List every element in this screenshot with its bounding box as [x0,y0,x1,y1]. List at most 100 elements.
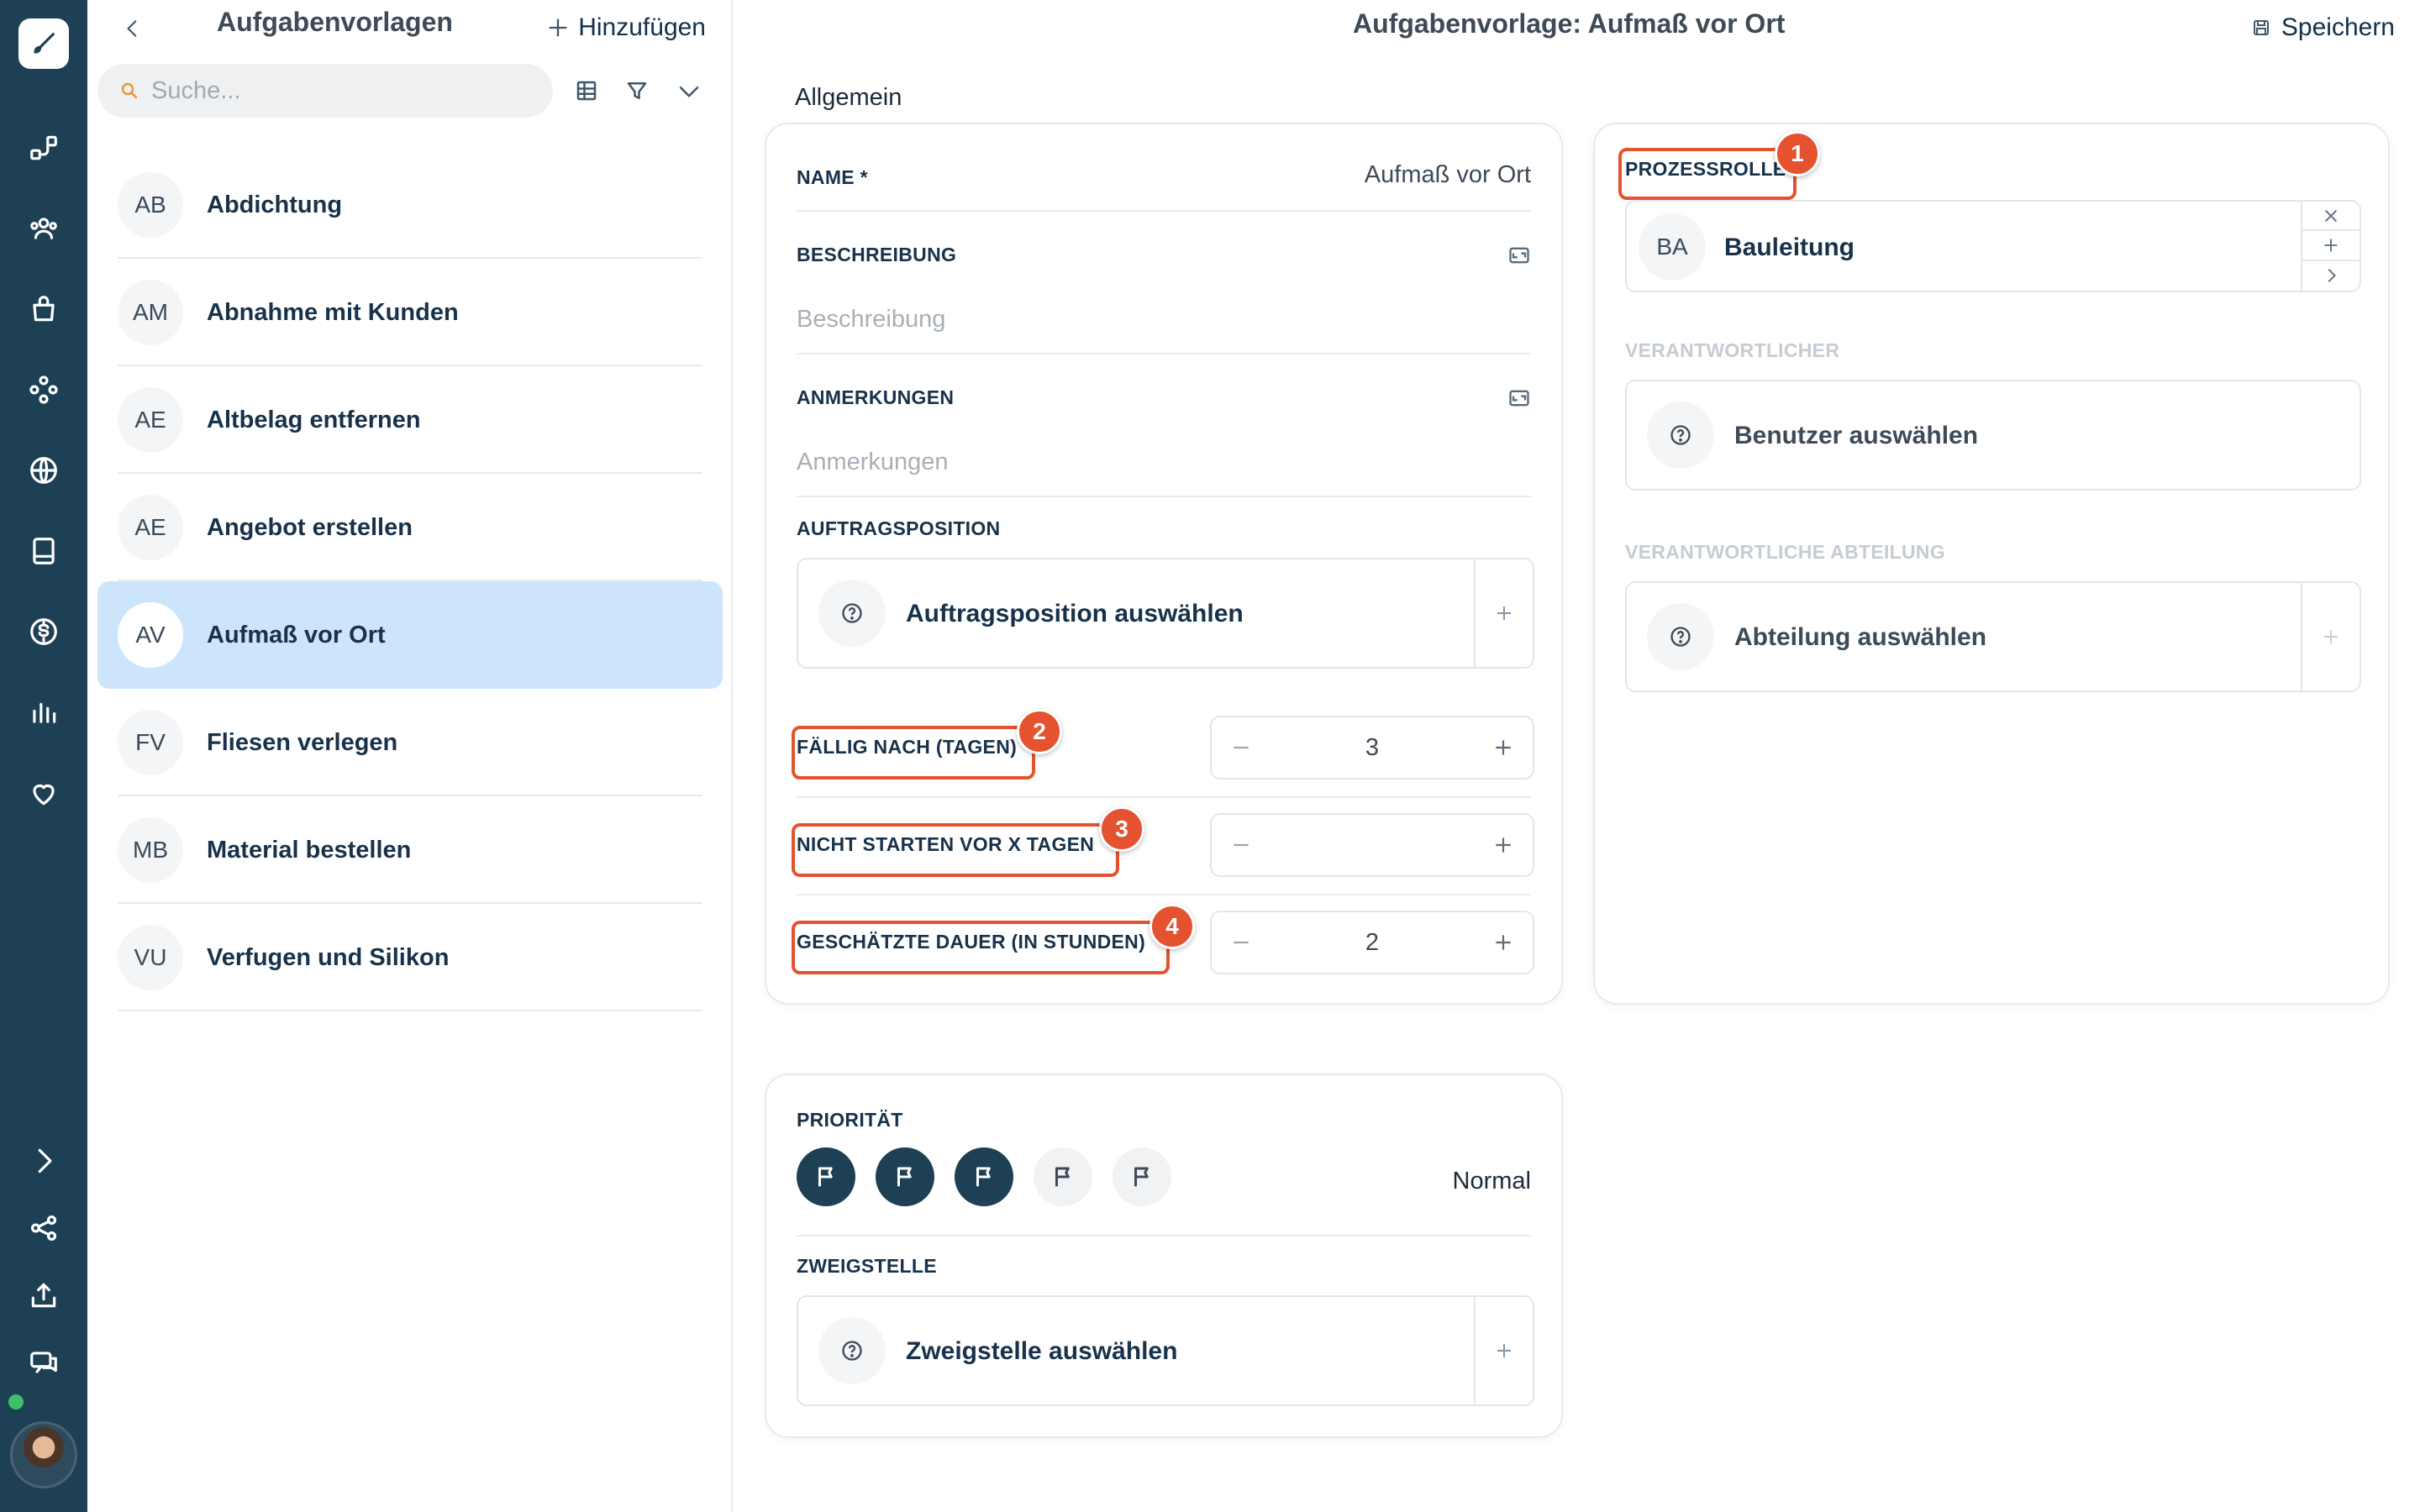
list-title: Aufgabenvorlagen [217,7,453,37]
workflow-icon[interactable] [22,126,66,170]
department-label: VERANTWORTLICHE ABTEILUNG [1625,541,1946,563]
notes-label: ANMERKUNGEN [797,386,955,408]
tab-general[interactable]: Allgemein [795,84,902,112]
priority-flag-4[interactable] [1034,1147,1092,1206]
process-role-avatar: BA [1639,213,1706,281]
responsible-user-picker[interactable]: Benutzer auswählen [1625,380,2361,491]
table-icon [576,81,597,101]
list-item[interactable]: AM Abnahme mit Kunden [97,259,723,366]
responsible-label: VERANTWORTLICHER [1625,339,1840,361]
template-list-panel: Aufgabenvorlagen Hinzufügen AB Abdichtung… [87,0,733,1512]
back-button[interactable] [113,8,153,49]
network-icon[interactable] [22,368,66,412]
decrement-button[interactable] [1212,717,1270,778]
estimated-duration-stepper[interactable]: 2 [1210,911,1534,974]
notes-field[interactable]: Anmerkungen [797,449,949,476]
not-start-before-stepper[interactable] [1210,813,1534,877]
save-button[interactable]: Speichern [2251,10,2395,45]
increment-button[interactable] [1474,717,1533,778]
search-box[interactable] [97,64,553,118]
clear-button[interactable] [2302,202,2360,232]
upload-icon[interactable] [22,1273,66,1317]
priority-flag-2[interactable] [876,1147,934,1206]
add-order-position-button[interactable] [1474,559,1533,667]
priority-flag-5[interactable] [1113,1147,1171,1206]
department-picker[interactable]: Abteilung auswählen [1625,581,2361,692]
process-role-picker[interactable]: BA Bauleitung [1625,200,2361,292]
order-position-label: AUFTRAGSPOSITION [797,517,1001,539]
sort-dropdown-button[interactable] [669,71,709,111]
heart-icon[interactable] [22,771,66,815]
plus-icon [1496,837,1511,853]
minus-icon [1234,746,1249,749]
plus-icon [1497,1344,1511,1357]
divider [797,496,1531,497]
list-item[interactable]: AE Altbelag entfernen [97,366,723,474]
expand-editor-icon[interactable] [1507,244,1531,267]
branch-picker[interactable]: Zweigstelle auswählen [797,1295,1534,1406]
list-item[interactable]: VU Verfugen und Silikon [97,904,723,1011]
book-icon[interactable] [22,529,66,573]
annotation-highlight-3 [792,823,1119,877]
list-item[interactable]: FV Fliesen verlegen [97,689,723,796]
decrement-button[interactable] [1212,815,1270,875]
close-icon [2324,209,2338,222]
order-position-picker[interactable]: Auftragsposition auswählen [797,558,1534,669]
due-after-value[interactable]: 3 [1270,734,1474,762]
user-avatar[interactable] [10,1421,77,1488]
add-button[interactable] [2302,231,2360,261]
share-icon[interactable] [22,1206,66,1250]
add-department-button[interactable] [2301,583,2360,690]
flag-icon [897,1167,912,1187]
description-field[interactable]: Beschreibung [797,306,945,333]
priority-flag-1[interactable] [797,1147,855,1206]
list-item[interactable]: AB Abdichtung [97,151,723,259]
priority-flag-3[interactable] [955,1147,1013,1206]
minus-icon [1234,941,1249,944]
filter-icon [627,82,647,99]
annotation-highlight-1 [1618,148,1797,200]
divider [797,1235,1531,1236]
flag-icon [976,1167,991,1187]
online-status-dot [8,1394,24,1410]
due-after-stepper[interactable]: 3 [1210,716,1534,780]
list-item[interactable]: AE Angebot erstellen [97,474,723,581]
plus-icon [1496,740,1511,755]
increment-button[interactable] [1474,815,1533,875]
globe-icon[interactable] [22,449,66,492]
process-role-actions [2301,202,2360,291]
expand-chevron-icon[interactable] [22,1139,66,1183]
chevron-left-icon [127,20,137,37]
annotation-highlight-2 [792,726,1035,780]
list-item[interactable]: AV Aufmaß vor Ort [97,581,723,689]
open-button[interactable] [2302,261,2360,291]
floppy-disk-icon [2253,20,2269,35]
team-icon[interactable] [22,207,66,250]
add-template-button[interactable]: Hinzufügen [546,8,706,47]
add-branch-button[interactable] [1474,1297,1533,1404]
filter-button[interactable] [617,71,657,111]
chart-icon[interactable] [22,690,66,734]
increment-button[interactable] [1474,912,1533,973]
dollar-icon[interactable] [22,610,66,654]
flag-icon [1134,1167,1149,1187]
expand-editor-icon[interactable] [1507,386,1531,410]
template-name: Fliesen verlegen [207,728,398,756]
divider [797,210,1531,212]
template-avatar: AE [118,495,183,560]
bag-icon[interactable] [22,287,66,331]
chat-icon[interactable] [22,1341,66,1384]
search-input[interactable] [151,76,504,105]
decrement-button[interactable] [1212,912,1270,973]
annotation-highlight-4 [792,921,1170,974]
divider [797,353,1531,354]
estimated-duration-value[interactable]: 2 [1270,929,1474,957]
table-view-button[interactable] [566,71,607,111]
template-avatar: AM [118,280,183,345]
name-value[interactable]: Aufmaß vor Ort [1365,161,1531,189]
page-title: Aufgabenvorlage: Aufmaß vor Ort [1353,8,1786,39]
app-logo[interactable] [18,18,69,69]
plus-icon [2324,239,2338,252]
plus-icon [549,18,567,37]
list-item[interactable]: MB Material bestellen [97,796,723,904]
